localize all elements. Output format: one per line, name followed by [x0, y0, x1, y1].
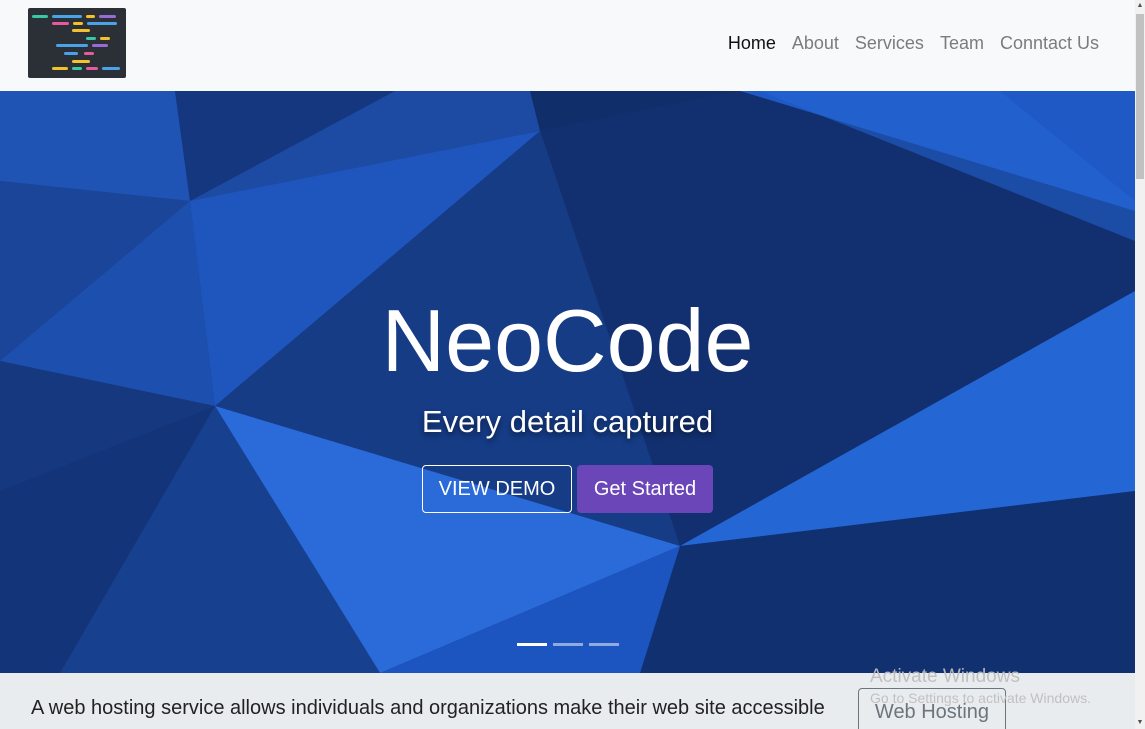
info-text: A web hosting service allows individuals…: [31, 697, 825, 729]
nav-link-services[interactable]: Services: [855, 31, 924, 55]
carousel-indicators: [517, 643, 619, 646]
get-started-button[interactable]: Get Started: [577, 465, 713, 513]
navbar: Home About Services Team Conntact Us: [0, 0, 1135, 91]
info-section: A web hosting service allows individuals…: [0, 673, 1135, 729]
scroll-up-arrow-icon[interactable]: ▲: [1135, 0, 1145, 12]
vertical-scrollbar[interactable]: ▲ ▼: [1135, 0, 1145, 729]
scrollbar-thumb[interactable]: [1136, 14, 1144, 179]
carousel-indicator-1[interactable]: [517, 643, 547, 646]
view-demo-button[interactable]: VIEW DEMO: [422, 465, 572, 513]
web-hosting-button[interactable]: Web Hosting: [858, 688, 1006, 729]
hero-title: NeoCode: [381, 291, 754, 390]
nav-links: Home About Services Team Conntact Us: [728, 31, 1099, 55]
scroll-down-arrow-icon[interactable]: ▼: [1135, 717, 1145, 729]
hero-carousel: NeoCode Every detail captured VIEW DEMO …: [0, 91, 1135, 673]
nav-link-contact[interactable]: Conntact Us: [1000, 31, 1099, 55]
hero-subtitle: Every detail captured: [421, 404, 714, 439]
carousel-indicator-3[interactable]: [589, 643, 619, 646]
nav-link-team[interactable]: Team: [940, 31, 984, 55]
nav-link-about[interactable]: About: [792, 31, 839, 55]
nav-link-home[interactable]: Home: [728, 31, 776, 55]
logo-code-icon[interactable]: [28, 8, 126, 78]
carousel-indicator-2[interactable]: [553, 643, 583, 646]
